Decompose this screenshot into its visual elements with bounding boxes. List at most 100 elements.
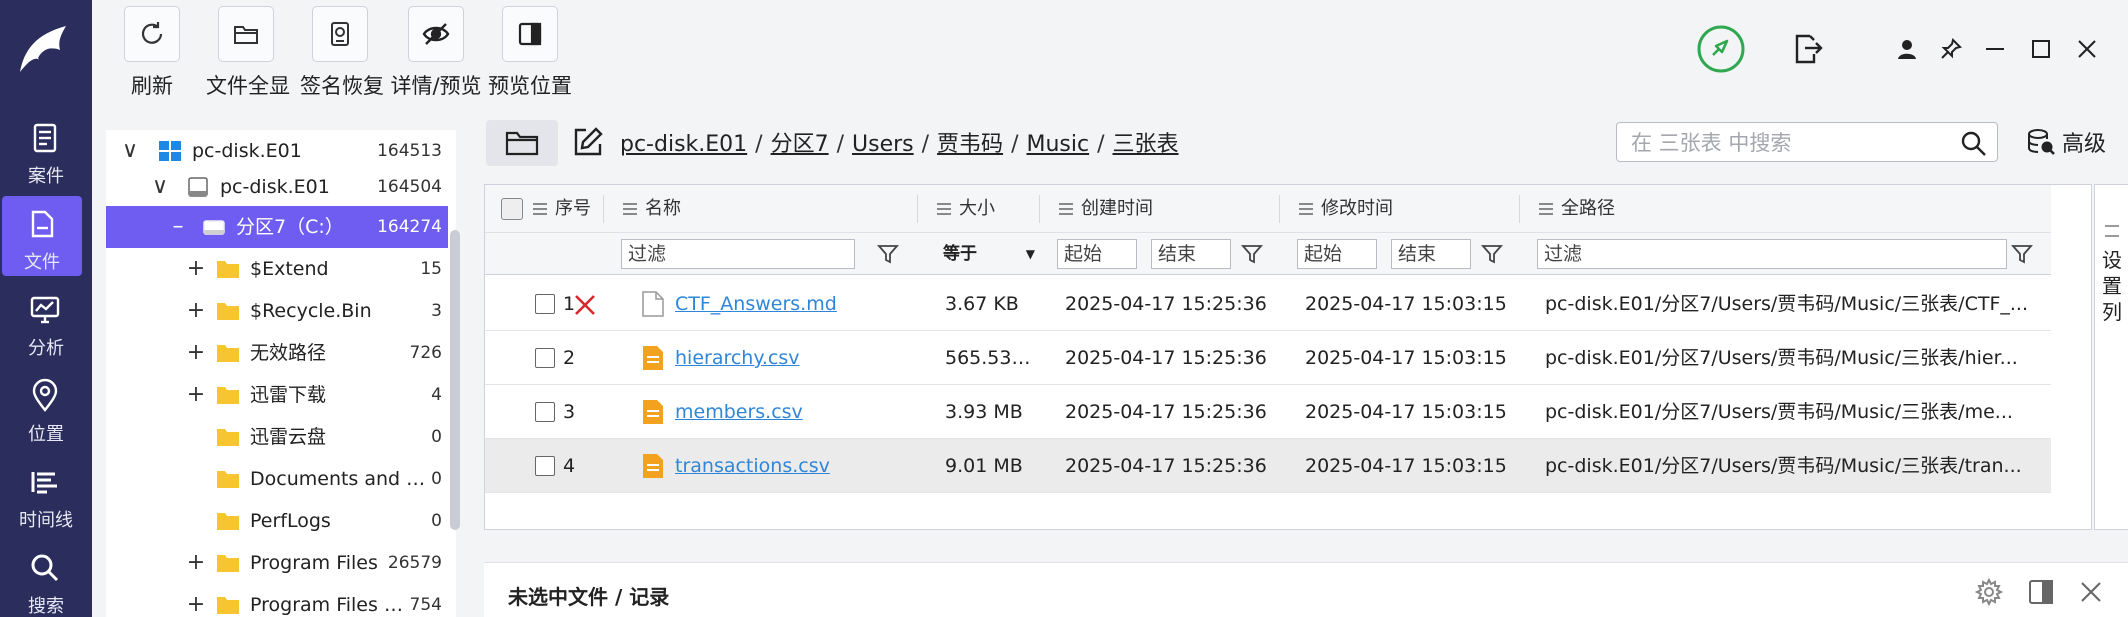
tree-row[interactable]: + Program Files 26579 xyxy=(106,542,448,584)
tree-node-count: 0 xyxy=(431,469,442,489)
breadcrumb-segment[interactable]: 分区7 xyxy=(771,132,829,157)
toolbar-button-label: 详情/预览 xyxy=(390,74,482,98)
export-button[interactable] xyxy=(1790,32,1824,66)
file-export-icon xyxy=(1795,34,1823,64)
tree-expander[interactable]: + xyxy=(184,374,208,416)
path-filter-input[interactable] xyxy=(1537,239,2007,269)
show-all-files-button[interactable]: 文件全显 xyxy=(206,6,290,100)
breadcrumb-segment[interactable]: pc-disk.E01 xyxy=(620,132,747,157)
tree-row[interactable]: + $Extend 15 xyxy=(106,248,448,290)
size-operator-select[interactable]: 等于 ▼ xyxy=(943,239,1035,269)
filter-icon[interactable] xyxy=(2011,243,2033,265)
row-checkbox[interactable] xyxy=(535,294,555,314)
folder-icon xyxy=(234,26,258,44)
table-row[interactable]: 4 transactions.csv 9.01 MB 2025-04-17 15… xyxy=(485,439,2051,493)
table-row[interactable]: 3 members.csv 3.93 MB 2025-04-17 15:25:3… xyxy=(485,385,2051,439)
column-header-created[interactable]: 创建时间 xyxy=(1059,185,1153,233)
column-header-size[interactable]: 大小 xyxy=(937,185,995,233)
file-name-link[interactable]: CTF_Answers.md xyxy=(675,277,915,331)
tree-expander[interactable]: + xyxy=(184,542,208,584)
tree-node-count: 26579 xyxy=(387,553,442,573)
row-checkbox[interactable] xyxy=(535,456,555,476)
select-all-checkbox[interactable] xyxy=(501,198,523,220)
tree-row[interactable]: PerfLogs 0 xyxy=(106,500,448,542)
filter-icon[interactable] xyxy=(1481,243,1503,265)
file-name-link[interactable]: transactions.csv xyxy=(675,439,915,493)
modified-end-input[interactable] xyxy=(1391,239,1471,269)
modified-start-input[interactable] xyxy=(1297,239,1377,269)
tree-scrollbar[interactable] xyxy=(450,230,460,530)
app-logo-icon xyxy=(20,26,66,72)
table-row[interactable]: 1 CTF_Answers.md 3.67 KB 2025-04-17 15:2… xyxy=(485,277,2051,331)
open-folder-button[interactable] xyxy=(486,120,558,166)
created-end-input[interactable] xyxy=(1151,239,1231,269)
preview-position-button[interactable]: 预览位置 xyxy=(488,6,572,100)
gear-icon[interactable] xyxy=(1974,577,2004,607)
nav-item-label: 搜索 xyxy=(28,596,64,617)
column-header-fullpath[interactable]: 全路径 xyxy=(1539,185,1615,233)
name-filter-input[interactable] xyxy=(621,239,855,269)
column-header-modified[interactable]: 修改时间 xyxy=(1299,185,1393,233)
row-checkbox[interactable] xyxy=(535,402,555,422)
column-header-name[interactable]: 名称 xyxy=(623,185,681,233)
filter-icon[interactable] xyxy=(877,243,899,265)
breadcrumb-segment[interactable]: Users xyxy=(852,132,914,157)
tree-row[interactable]: 迅雷云盘 0 xyxy=(106,416,448,458)
breadcrumb-segment[interactable]: Music xyxy=(1026,132,1089,157)
nav-item-case[interactable]: 案件 xyxy=(0,110,92,190)
advanced-search-button[interactable]: 高级 xyxy=(2026,126,2106,158)
tree-row[interactable]: ∨ pc-disk.E01 164504 xyxy=(106,166,448,208)
refresh-button[interactable]: 刷新 xyxy=(124,6,180,100)
created-start-input[interactable] xyxy=(1057,239,1137,269)
tree-row[interactable]: + 无效路径 726 xyxy=(106,332,448,374)
tree-node-count: 0 xyxy=(431,427,442,447)
filter-icon[interactable] xyxy=(1241,243,1263,265)
search-input[interactable] xyxy=(1631,129,1941,157)
search-icon[interactable] xyxy=(1959,129,1987,157)
left-nav: 案件 文件 分析 位置 时间线 搜索 xyxy=(0,0,92,617)
tree-row[interactable]: + $Recycle.Bin 3 xyxy=(106,290,448,332)
tree-expander[interactable]: + xyxy=(184,248,208,290)
breadcrumb-segment[interactable]: 贾韦码 xyxy=(937,132,1003,157)
file-name-link[interactable]: hierarchy.csv xyxy=(675,331,915,385)
tree-row-selected[interactable]: – 分区7（C:） 164274 xyxy=(106,206,448,248)
signature-recovery-button[interactable]: 签名恢复 xyxy=(300,6,384,100)
maximize-button[interactable] xyxy=(2026,34,2056,64)
tree-expander[interactable]: – xyxy=(166,206,190,248)
tree-node-name: $Extend xyxy=(250,258,329,280)
tree-row[interactable]: + 迅雷下载 4 xyxy=(106,374,448,416)
column-header-index[interactable]: 序号 xyxy=(533,185,591,233)
breadcrumb-segment[interactable]: 三张表 xyxy=(1113,132,1179,157)
tree-node-count: 4 xyxy=(431,385,442,405)
tree-row[interactable]: Documents and S... 0 xyxy=(106,458,448,500)
toolbar-button-label: 签名恢复 xyxy=(300,74,384,98)
row-checkbox[interactable] xyxy=(535,348,555,368)
nav-item-timeline[interactable]: 时间线 xyxy=(0,454,92,534)
panel-right-icon[interactable] xyxy=(2026,577,2056,607)
pin-window-button[interactable] xyxy=(1936,34,1966,64)
user-button[interactable] xyxy=(1892,34,1922,64)
file-name-link[interactable]: members.csv xyxy=(675,385,915,439)
tree-expander[interactable]: + xyxy=(184,332,208,374)
details-preview-button[interactable]: 详情/预览 xyxy=(390,6,482,100)
column-settings-button[interactable]: 设置列 xyxy=(2094,184,2128,530)
status-button[interactable] xyxy=(1696,24,1746,74)
breadcrumb-separator: / xyxy=(1011,132,1019,157)
edit-path-icon[interactable] xyxy=(572,126,604,158)
table-header: 序号 名称 大小 创建时间 修改时间 全路径 xyxy=(485,185,2051,233)
nav-item-analysis[interactable]: 分析 xyxy=(0,282,92,362)
close-button[interactable] xyxy=(2072,34,2102,64)
tree-row[interactable]: + Program Files (... 754 xyxy=(106,584,448,617)
row-index: 2 xyxy=(563,347,576,369)
nav-item-location[interactable]: 位置 xyxy=(0,368,92,448)
tree-expander[interactable]: + xyxy=(184,584,208,617)
minimize-button[interactable] xyxy=(1980,34,2010,64)
full-path: pc-disk.E01/分区7/Users/贾韦码/Music/三张表/me..… xyxy=(1545,401,2013,423)
close-icon[interactable] xyxy=(2076,577,2106,607)
tree-expander[interactable]: ∨ xyxy=(148,166,172,208)
database-search-icon xyxy=(2028,129,2055,155)
nav-item-search[interactable]: 搜索 xyxy=(0,540,92,617)
table-row[interactable]: 2 hierarchy.csv 565.53 ... 2025-04-17 15… xyxy=(485,331,2051,385)
tree-expander[interactable]: + xyxy=(184,290,208,332)
nav-item-file[interactable]: 文件 xyxy=(2,196,82,276)
